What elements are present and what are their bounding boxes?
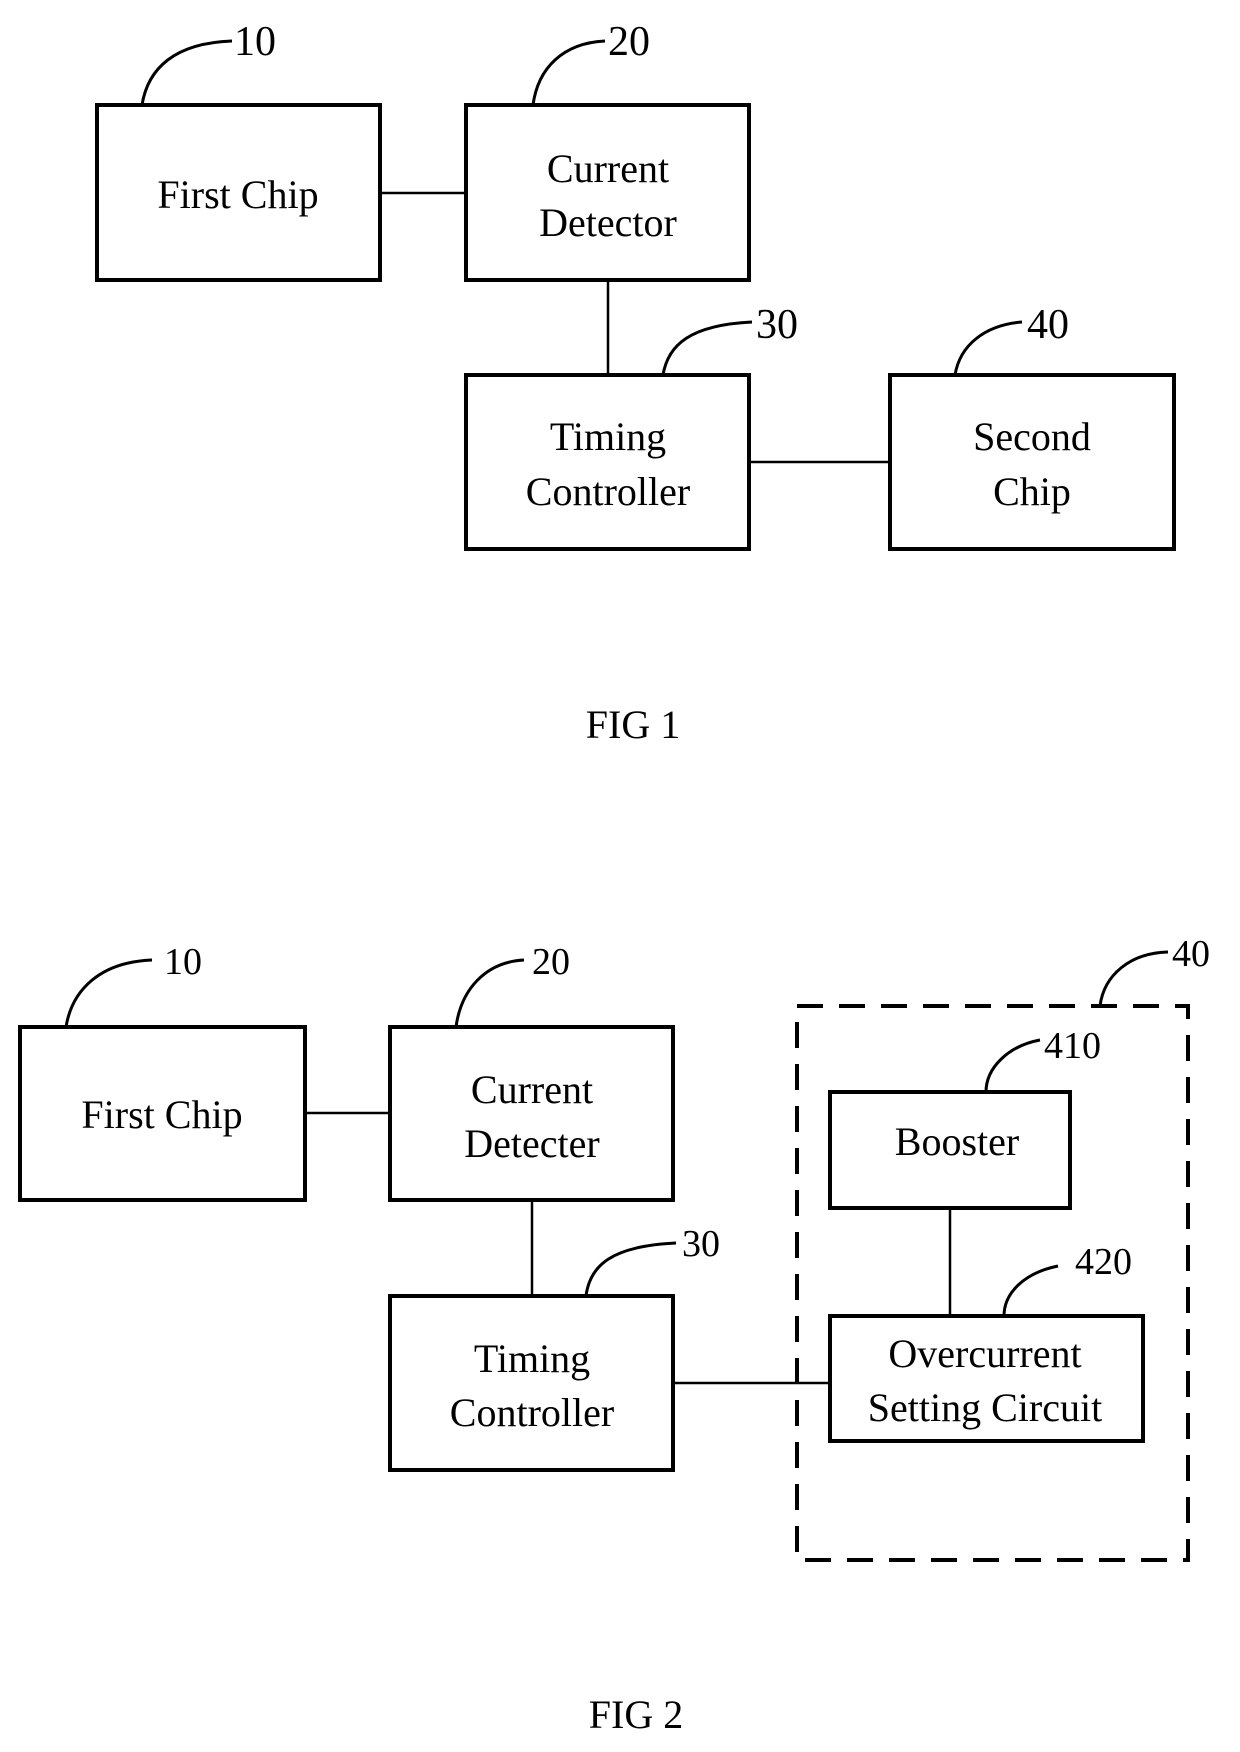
fig1-caption: FIG 1 — [586, 702, 680, 747]
leader-line — [584, 1241, 677, 1297]
fig2-block-first-chip: First Chip 10 — [18, 941, 307, 1202]
block-label: Booster — [895, 1119, 1019, 1164]
dashed-boundary — [795, 1004, 1190, 1562]
reference-numeral: 30 — [756, 302, 798, 348]
block-label-line2: Detecter — [464, 1121, 599, 1166]
leader-line — [531, 39, 606, 106]
block-label: First Chip — [157, 172, 318, 217]
block-label-line2: Chip — [993, 469, 1071, 514]
reference-numeral: 20 — [608, 19, 650, 65]
fig2-block-booster: Booster 410 — [828, 1025, 1101, 1210]
block-label-line2: Detector — [539, 200, 677, 245]
fig1-block-second-chip: Second Chip 40 — [888, 302, 1176, 551]
fig2-block-current-detecter: Current Detecter 20 — [388, 941, 675, 1202]
fig1: First Chip 10 Current Detector 20 Timing… — [95, 19, 1176, 747]
fig2-block-overcurrent-setting-circuit: Overcurrent Setting Circuit 420 — [828, 1241, 1145, 1443]
leader-line — [454, 958, 525, 1028]
block-label-line1: Second — [973, 414, 1091, 459]
leader-line — [1098, 950, 1169, 1007]
block-label-line2: Setting Circuit — [868, 1385, 1102, 1430]
reference-numeral: 40 — [1027, 302, 1069, 348]
fig2-group-second-chip: 40 — [795, 933, 1210, 1562]
fig2-caption: FIG 2 — [589, 1692, 683, 1737]
block-label-line1: Timing — [550, 414, 666, 459]
block-label-line1: Overcurrent — [888, 1331, 1081, 1376]
reference-numeral: 20 — [532, 941, 570, 983]
reference-numeral: 10 — [234, 19, 276, 65]
block-label-line2: Controller — [450, 1390, 614, 1435]
reference-numeral: 30 — [682, 1223, 720, 1265]
block-label-line1: Current — [471, 1067, 593, 1112]
leader-line — [984, 1038, 1041, 1093]
fig2-block-timing-controller: Timing Controller 30 — [388, 1223, 720, 1472]
block-label-line1: Timing — [474, 1336, 590, 1381]
fig1-block-timing-controller: Timing Controller 30 — [464, 302, 798, 551]
leader-line — [64, 958, 153, 1028]
reference-numeral: 40 — [1172, 933, 1210, 975]
fig1-block-current-detector: Current Detector 20 — [464, 19, 751, 282]
fig2: First Chip 10 Current Detecter 20 Timing… — [18, 933, 1210, 1737]
block-label: First Chip — [81, 1092, 242, 1137]
leader-line — [953, 320, 1023, 376]
fig1-block-first-chip: First Chip 10 — [95, 19, 382, 282]
block-label-line1: Current — [547, 146, 669, 191]
block-label-line2: Controller — [526, 469, 690, 514]
leader-line — [661, 320, 753, 376]
reference-numeral: 410 — [1044, 1025, 1101, 1067]
leader-line — [1002, 1264, 1059, 1317]
patent-drawing-sheet: First Chip 10 Current Detector 20 Timing… — [18, 19, 1210, 1737]
reference-numeral: 420 — [1075, 1241, 1132, 1283]
leader-line — [140, 39, 233, 106]
reference-numeral: 10 — [164, 941, 202, 983]
